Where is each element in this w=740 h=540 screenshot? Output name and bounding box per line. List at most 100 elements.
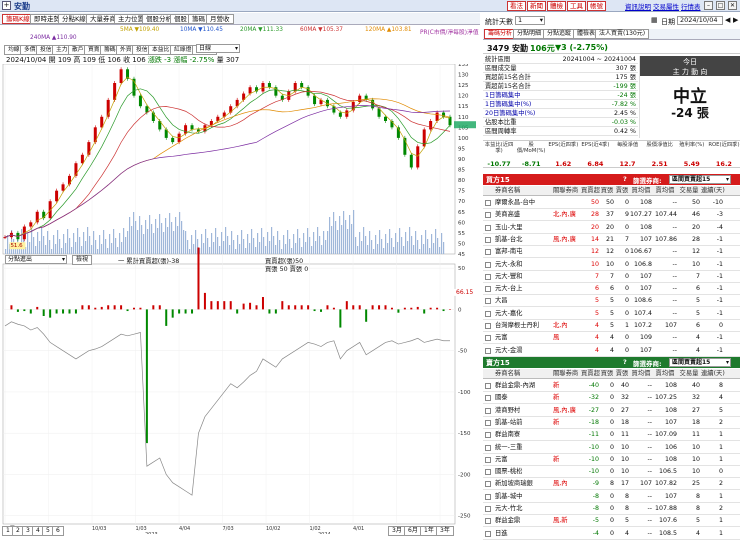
table-row[interactable]: 富邦-南屯 12 12 0 106.67 -- 12 -1: [483, 246, 740, 259]
table-row[interactable]: 元大-竹北 -8 0 8 -- 107.88 8 2: [483, 503, 740, 515]
trade-attr-link[interactable]: 交易屬性: [653, 1, 679, 11]
table-row[interactable]: 台灣摩根士丹利 北,內 4 5 1 107.2 107 6 0: [483, 320, 740, 332]
table-row[interactable]: 港商野村 風,內,廣 -27 0 27 -- 108 27 5: [483, 405, 740, 417]
row-checkbox[interactable]: [485, 200, 491, 206]
close-icon[interactable]: ✕: [728, 1, 737, 10]
prev-date-icon[interactable]: ◀: [725, 16, 730, 24]
table-cell: 25: [691, 480, 700, 488]
table-row[interactable]: 元大-金湯 4 4 0 107 -- 4 -1: [483, 345, 740, 357]
row-checkbox[interactable]: [485, 249, 491, 256]
table-row[interactable]: 元富 新 -10 0 10 -- 108 10 1: [483, 454, 740, 466]
page-tab-6[interactable]: 6: [52, 526, 64, 536]
net-bar: [436, 307, 439, 310]
table-row[interactable]: 群益金鼎 風,新 -5 0 5 -- 107.6 5 1: [483, 515, 740, 528]
table-row[interactable]: 統一-三重 -10 0 10 -- 106 10 1: [483, 442, 740, 454]
quote-link[interactable]: 行情表: [681, 1, 701, 11]
menu-icon[interactable]: +: [2, 1, 11, 10]
tab-branch-detail[interactable]: 分點明細: [513, 29, 546, 39]
tab-branch-track[interactable]: 分點追蹤: [543, 29, 576, 39]
table-row[interactable]: 群益金鼎-內湖 新 -40 0 40 -- 108 40 8: [483, 380, 740, 392]
tab-institution[interactable]: 法人買賣(130元): [595, 29, 650, 39]
range-3y[interactable]: 3年: [436, 526, 454, 536]
column-header: 賣均價: [655, 187, 675, 194]
table-cell: 5: [695, 517, 700, 525]
row-checkbox[interactable]: [485, 506, 491, 512]
row-checkbox[interactable]: [485, 469, 491, 476]
table-row[interactable]: 元富 風 4 4 0 109 -- 4 -1: [483, 332, 740, 345]
tab-chip-analysis[interactable]: 籌碼分析: [484, 29, 517, 39]
stats-row: 區間周轉率 0.42 %: [483, 128, 638, 136]
checkup-button[interactable]: 體檢: [547, 1, 566, 11]
table-row[interactable]: 凱基-城中 -8 0 8 -- 107 8 1: [483, 491, 740, 503]
date-input[interactable]: 2024/10/04: [677, 16, 723, 25]
row-checkbox[interactable]: [485, 310, 491, 317]
stock-tabs: 籌碼分析 分點明細 分點追蹤 體檢表 法人買賣(130元): [483, 29, 740, 40]
table-row[interactable]: 玉山-大里 20 20 0 108 -- 20 -4: [483, 222, 740, 234]
row-checkbox[interactable]: [485, 407, 491, 414]
info-pct: 漲幅 -2.75%: [173, 56, 215, 64]
row-checkbox[interactable]: [485, 518, 491, 525]
table-row[interactable]: 元大-豐和 7 7 0 107 -- 7 -1: [483, 271, 740, 283]
row-checkbox[interactable]: [485, 419, 491, 426]
stat-days-select[interactable]: 1 ▾: [515, 16, 545, 25]
row-checkbox[interactable]: [485, 456, 491, 463]
table-cell: 107.86: [654, 235, 677, 243]
volume-bar: [291, 248, 293, 254]
tools-button[interactable]: 工具: [567, 1, 586, 11]
row-checkbox[interactable]: [485, 493, 491, 500]
table-row[interactable]: 元大-嘉化 5 5 0 107.4 -- 5 -1: [483, 308, 740, 320]
table-row[interactable]: 新加坡商瑞銀 風,內 -9 8 17 107 107.82 25 2: [483, 478, 740, 491]
table-row[interactable]: 國票-桃松 -10 0 10 -- 106.5 10 0: [483, 466, 740, 479]
row-checkbox[interactable]: [485, 481, 491, 488]
tab-branch-kline[interactable]: 分點K線: [58, 14, 90, 24]
calendar-icon[interactable]: ▦: [651, 16, 658, 24]
row-checkbox[interactable]: [485, 335, 491, 342]
table-row[interactable]: 大昌 5 5 0 108.6 -- 5 -1: [483, 295, 740, 308]
maximize-icon[interactable]: □: [716, 1, 725, 10]
row-checkbox[interactable]: [485, 212, 491, 219]
table-row[interactable]: 國泰 新 -32 0 32 -- 107.25 32 4: [483, 392, 740, 405]
buy-table: 券商名稱 關聯券商 買賣超 買張 賣張 買均價 賣均價 交易量 連續(天) 摩爾永昌-台中 50 50…: [483, 186, 740, 357]
row-checkbox[interactable]: [485, 261, 491, 268]
view-sub-button[interactable]: 檢視: [72, 255, 93, 265]
price-axis-tick: 130: [458, 73, 469, 79]
row-checkbox[interactable]: [485, 236, 491, 243]
row-checkbox[interactable]: [485, 347, 491, 354]
table-row[interactable]: 群益南寮 -11 0 11 -- 107.09 11 1: [483, 429, 740, 442]
buy-filter-select[interactable]: 區間買賣超15 ▾: [669, 175, 731, 184]
net-bar: [416, 306, 419, 310]
table-cell: 37: [605, 211, 614, 219]
volume-bar: [105, 239, 107, 254]
tab-monthly-revenue[interactable]: 月營收: [206, 14, 234, 24]
tab-chip-kline[interactable]: 籌碼K線: [2, 14, 34, 24]
row-checkbox[interactable]: [485, 395, 491, 402]
table-row[interactable]: 凱基-台北 風,內,廣 14 21 7 107 107.86 28 -1: [483, 234, 740, 246]
news-button[interactable]: 新聞: [527, 1, 546, 11]
sell-filter-select[interactable]: 區間買賣超15 ▾: [669, 358, 731, 367]
table-row[interactable]: 摩爾永昌-台中 50 50 0 108 -- 50 -10: [483, 197, 740, 209]
row-checkbox[interactable]: [485, 383, 491, 389]
table-row[interactable]: 凱基-站前 新 -18 0 18 -- 107 18 2: [483, 417, 740, 429]
row-checkbox[interactable]: [485, 323, 491, 329]
volume-bar: [371, 240, 373, 254]
account-button[interactable]: 帳號: [587, 1, 606, 11]
minimize-icon[interactable]: –: [704, 1, 713, 10]
row-checkbox[interactable]: [485, 224, 491, 231]
volume-bar: [127, 231, 129, 254]
sub-select[interactable]: 分點進出 ▾: [5, 255, 67, 264]
row-checkbox[interactable]: [485, 273, 491, 280]
row-checkbox[interactable]: [485, 444, 491, 451]
row-checkbox[interactable]: [485, 432, 491, 439]
period-select[interactable]: 日線 ▾: [196, 44, 240, 53]
row-checkbox[interactable]: [485, 298, 491, 305]
price-chart[interactable]: 1351301251201151101051009590858075706560…: [0, 64, 480, 534]
table-row[interactable]: 日進 -4 0 4 -- 108.5 4 1: [483, 528, 740, 540]
table-row[interactable]: 美商高盛 北,內,廣 28 37 9 107.27 107.44 46 -3: [483, 209, 740, 222]
next-date-icon[interactable]: ▶: [733, 16, 738, 24]
info-link[interactable]: 資訊說明: [625, 1, 651, 11]
table-row[interactable]: 元大-台上 6 6 0 107 -- 6 -1: [483, 283, 740, 296]
table-row[interactable]: 元大-永和 10 10 0 106.8 -- 10 -1: [483, 259, 740, 271]
view-button[interactable]: 看法: [507, 1, 526, 11]
row-checkbox[interactable]: [485, 286, 491, 293]
stock-price: 106元: [530, 44, 555, 53]
